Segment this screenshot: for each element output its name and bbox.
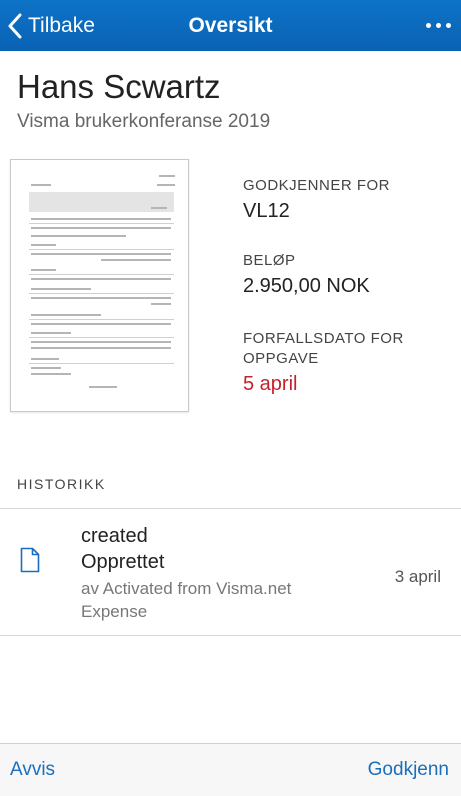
expense-title: Visma brukerkonferanse 2019 xyxy=(17,111,271,132)
action-toolbar: Avvis Godkjenn xyxy=(0,743,461,796)
due-date-value: 5 april xyxy=(243,373,298,395)
due-date-label: FORFALLSDATO FOR OPPGAVE xyxy=(243,330,404,367)
more-options-button[interactable] xyxy=(421,0,451,51)
navigation-bar: Tilbake Oversikt xyxy=(0,0,461,51)
document-icon xyxy=(20,547,40,573)
more-dot xyxy=(436,23,441,28)
employee-name: Hans Scwartz xyxy=(17,68,221,105)
back-label: Tilbake xyxy=(28,13,95,37)
approver-label: GODKJENNER FOR xyxy=(243,177,391,194)
back-button[interactable]: Tilbake xyxy=(8,0,95,51)
chevron-left-icon xyxy=(8,13,22,38)
approver-block: GODKJENNER FOR VL12 xyxy=(243,176,390,223)
reject-button[interactable]: Avvis xyxy=(10,759,55,781)
more-dot xyxy=(446,23,451,28)
history-date: 3 april xyxy=(394,567,441,586)
amount-value: 2.950,00 NOK xyxy=(243,275,370,297)
history-item: created Opprettet av Activated from Vism… xyxy=(0,509,461,635)
history-action: created xyxy=(81,525,148,547)
history-actor: av Activated from Visma.net Expense xyxy=(81,579,292,621)
more-horizontal-icon xyxy=(426,23,431,28)
history-header: HISTORIKK xyxy=(17,476,106,492)
approver-value: VL12 xyxy=(243,200,290,222)
amount-label: BELØP xyxy=(243,252,296,269)
approve-button[interactable]: Godkjenn xyxy=(368,759,449,781)
due-date-block: FORFALLSDATO FOR OPPGAVE 5 april xyxy=(243,329,413,396)
divider xyxy=(0,635,461,636)
history-status: Opprettet xyxy=(81,551,165,573)
receipt-thumbnail[interactable] xyxy=(10,159,189,412)
amount-block: BELØP 2.950,00 NOK xyxy=(243,251,370,298)
history-text: created Opprettet av Activated from Vism… xyxy=(81,524,341,623)
